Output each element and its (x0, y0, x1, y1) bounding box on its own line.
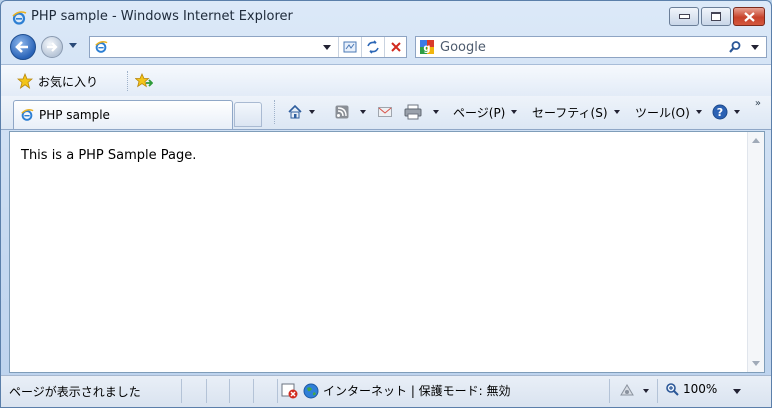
mail-icon (378, 107, 392, 117)
back-button[interactable] (10, 34, 36, 60)
address-dropdown[interactable] (320, 40, 334, 54)
command-separator (274, 100, 275, 124)
tab-php-sample[interactable]: PHP sample (13, 100, 233, 129)
magnifier-icon (666, 383, 679, 396)
read-mail-button[interactable] (378, 102, 392, 122)
chevron-down-icon (360, 110, 366, 114)
compatibility-icon (343, 41, 356, 53)
status-text: ページが表示されました (9, 385, 141, 399)
close-icon (743, 11, 755, 22)
more-commands-chevron[interactable]: » (755, 98, 761, 109)
tab-row: PHP sample ページ(P) セーフティ(S) ツール(O) ? » (1, 96, 771, 130)
svg-text:g: g (423, 43, 430, 54)
favorites-star-icon (17, 73, 33, 89)
maximize-icon (711, 12, 721, 21)
feeds-button[interactable] (335, 102, 366, 122)
address-bar[interactable] (89, 36, 407, 58)
google-icon: g (420, 40, 434, 54)
search-provider-label: Google (440, 40, 486, 55)
stop-icon (390, 42, 401, 52)
safety-menu-label: セーフティ(S) (532, 105, 608, 120)
feeds-icon (335, 105, 349, 119)
favorites-button[interactable]: お気に入り (13, 70, 104, 92)
title-bar: PHP sample - Windows Internet Explorer (1, 1, 771, 31)
back-arrow-icon (15, 41, 28, 53)
minimize-icon (678, 14, 690, 19)
globe-icon (303, 383, 319, 398)
scroll-down-icon[interactable] (752, 361, 760, 366)
minimize-button[interactable] (669, 7, 699, 26)
security-zone[interactable]: インターネット | 保護モード: 無効 (281, 382, 511, 399)
page-menu-button[interactable]: ページ(P) (453, 102, 518, 122)
favorites-separator (127, 71, 128, 91)
svg-text:?: ? (717, 106, 723, 119)
proxy-icon[interactable] (619, 383, 635, 397)
tools-menu-label: ツール(O) (635, 105, 690, 120)
popup-blocked-icon (281, 383, 298, 398)
home-button[interactable] (287, 102, 315, 122)
print-icon (404, 104, 422, 120)
chevron-down-icon (309, 110, 315, 114)
search-icon[interactable] (728, 40, 742, 54)
stop-button[interactable] (384, 37, 406, 57)
tools-menu-button[interactable]: ツール(O) (635, 102, 702, 122)
browser-window: PHP sample - Windows Internet Explorer g… (0, 0, 772, 408)
status-divider (277, 379, 278, 403)
scroll-up-icon[interactable] (752, 138, 760, 143)
home-icon (288, 104, 302, 119)
chevron-down-icon[interactable] (643, 389, 649, 393)
page-menu-label: ページ(P) (453, 105, 506, 120)
zoom-control[interactable]: 100% (665, 382, 717, 396)
help-button[interactable]: ? (712, 102, 740, 122)
page-body-text: This is a PHP Sample Page. (21, 148, 197, 163)
refresh-icon (366, 40, 379, 54)
ie-icon (12, 11, 27, 25)
add-favorite-icon[interactable] (135, 73, 153, 89)
status-divider (229, 379, 230, 403)
status-divider (657, 379, 658, 403)
chevron-down-icon (433, 110, 439, 114)
chevron-down-icon (511, 110, 518, 114)
status-divider (609, 379, 610, 403)
status-bar: ページが表示されました インターネット | 保護モード: 無効 100% (1, 375, 771, 407)
window-title: PHP sample - Windows Internet Explorer (31, 9, 293, 24)
search-box[interactable]: g Google (415, 36, 767, 58)
maximize-button[interactable] (701, 7, 731, 26)
tab-label: PHP sample (39, 108, 110, 122)
favorites-label: お気に入り (38, 74, 99, 89)
page-content: This is a PHP Sample Page. (9, 131, 765, 373)
safety-menu-button[interactable]: セーフティ(S) (532, 102, 620, 122)
chevron-down-icon (323, 44, 331, 50)
ie-icon (95, 41, 108, 53)
favorites-bar: お気に入り (1, 64, 771, 97)
navigation-bar: g Google (1, 32, 771, 62)
chevron-down-icon (613, 110, 620, 114)
recent-pages-dropdown[interactable] (69, 43, 77, 48)
refresh-button[interactable] (361, 37, 383, 57)
zoom-level: 100% (683, 382, 718, 396)
zoom-dropdown[interactable] (733, 389, 741, 394)
chevron-down-icon (695, 110, 702, 114)
zone-text: インターネット | 保護モード: 無効 (323, 384, 511, 398)
print-button[interactable] (404, 102, 439, 122)
help-icon: ? (712, 104, 728, 120)
chevron-down-icon (734, 110, 740, 114)
new-tab-button[interactable] (234, 102, 262, 127)
status-divider (181, 379, 182, 403)
vertical-scrollbar[interactable] (747, 132, 764, 372)
ie-icon (21, 109, 34, 121)
forward-arrow-icon (47, 42, 58, 52)
status-divider (253, 379, 254, 403)
compatibility-view-button[interactable] (338, 37, 360, 57)
search-options-dropdown[interactable] (751, 45, 759, 50)
close-button[interactable] (733, 7, 765, 26)
status-divider (206, 379, 207, 403)
forward-button[interactable] (41, 36, 63, 58)
